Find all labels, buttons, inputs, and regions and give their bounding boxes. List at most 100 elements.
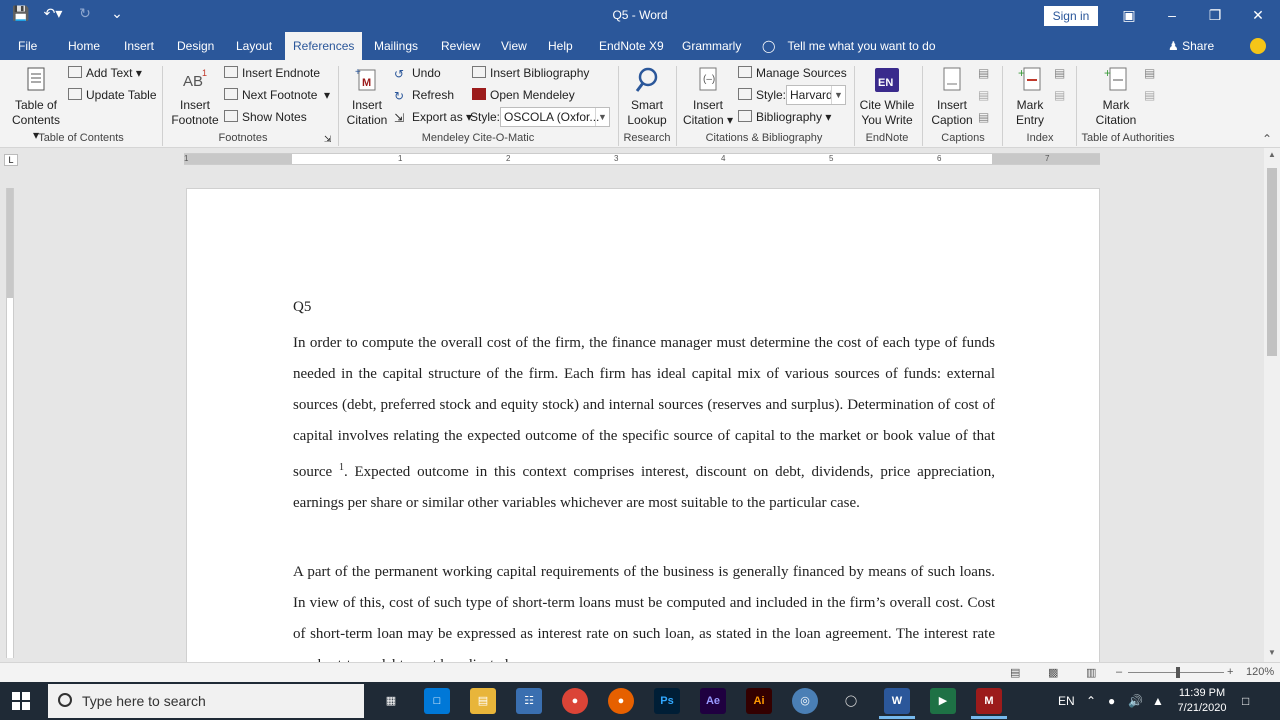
- close-button[interactable]: ✕: [1246, 4, 1270, 26]
- cite-while-you-write-button[interactable]: EN Cite While You Write: [858, 66, 916, 128]
- feedback-smiley-icon[interactable]: [1250, 38, 1266, 54]
- language-indicator[interactable]: EN: [1058, 682, 1075, 720]
- mendeley-logo-icon: [472, 88, 486, 100]
- maximize-button[interactable]: ❐: [1203, 4, 1227, 26]
- insert-caption-button[interactable]: Insert Caption: [928, 66, 976, 128]
- tab-home[interactable]: Home: [60, 32, 108, 60]
- read-mode-icon[interactable]: ▤: [1010, 666, 1020, 679]
- next-footnote-button[interactable]: Next Footnote ▾: [224, 86, 330, 104]
- windows-start-icon[interactable]: [12, 692, 30, 710]
- group-label-index: Index: [1026, 132, 1054, 144]
- mark-citation-button[interactable]: + Mark Citation: [1090, 66, 1142, 128]
- document-page[interactable]: Q5 In order to compute the overall cost …: [186, 188, 1100, 668]
- insert-index-icon[interactable]: ▤: [1054, 64, 1065, 82]
- bibliography-button[interactable]: Bibliography ▾: [738, 108, 831, 126]
- chrome-icon[interactable]: ●: [562, 688, 588, 714]
- lightbulb-icon: ◯: [762, 39, 776, 53]
- file-explorer-icon[interactable]: ▤: [470, 688, 496, 714]
- globe-app-icon[interactable]: ◎: [792, 688, 818, 714]
- insert-table-of-figures-icon[interactable]: ▤: [978, 64, 989, 82]
- zoom-level[interactable]: 120%: [1246, 666, 1274, 678]
- taskbar-clock[interactable]: 11:39 PM 7/21/2020: [1172, 686, 1232, 716]
- taskbar-search-input[interactable]: Type here to search: [48, 684, 364, 718]
- update-table-button[interactable]: Update Table: [68, 86, 157, 104]
- zoom-slider-thumb[interactable]: [1176, 667, 1180, 678]
- print-layout-icon[interactable]: ▩: [1048, 666, 1058, 679]
- tab-review[interactable]: Review: [433, 32, 488, 60]
- zoom-in-icon[interactable]: +: [1227, 666, 1233, 678]
- tab-selector[interactable]: L: [4, 154, 18, 166]
- mendeley-refresh-button[interactable]: ↻ Refresh: [394, 86, 454, 104]
- notification-center-icon[interactable]: □: [1242, 682, 1249, 720]
- share-button[interactable]: ♟ Share: [1168, 32, 1214, 60]
- svg-text:EN: EN: [878, 77, 893, 89]
- refresh-icon: ↻: [394, 89, 405, 103]
- firefox-icon[interactable]: ●: [608, 688, 634, 714]
- update-table-of-authorities-icon[interactable]: ▤: [1144, 86, 1155, 104]
- wifi-icon[interactable]: ▲: [1152, 682, 1164, 720]
- citation-style-select[interactable]: Harvard ▼: [786, 85, 846, 105]
- insert-citation-button[interactable]: (–) Insert Citation ▾: [680, 66, 736, 128]
- group-separator: [1002, 66, 1003, 146]
- volume-icon[interactable]: 🔊: [1128, 682, 1143, 720]
- insert-bibliography-button[interactable]: Insert Bibliography: [472, 64, 589, 82]
- vertical-scrollbar[interactable]: ▲ ▼: [1264, 148, 1280, 662]
- tab-mailings[interactable]: Mailings: [366, 32, 426, 60]
- web-layout-icon[interactable]: ▥: [1086, 666, 1096, 679]
- green-app-icon[interactable]: ▶: [930, 688, 956, 714]
- mark-entry-button[interactable]: + Mark Entry: [1008, 66, 1052, 128]
- tab-insert[interactable]: Insert: [116, 32, 162, 60]
- update-table-of-figures-icon[interactable]: ▤: [978, 86, 989, 104]
- mark-entry-icon: +: [1018, 66, 1041, 91]
- after-effects-icon[interactable]: Ae: [700, 688, 726, 714]
- zoom-out-icon[interactable]: –: [1116, 666, 1122, 678]
- task-view-icon[interactable]: ▦: [378, 688, 404, 714]
- tell-me-search[interactable]: ◯ Tell me what you want to do: [762, 32, 936, 60]
- horizontal-ruler[interactable]: 1 1 2 3 4 5 6 7: [184, 153, 1100, 165]
- manage-sources-icon: [738, 66, 752, 78]
- show-notes-button[interactable]: Show Notes: [224, 108, 307, 126]
- scroll-down-arrow-icon[interactable]: ▼: [1264, 648, 1280, 657]
- mendeley-export-button[interactable]: ⇲ Export as ▾: [394, 108, 472, 126]
- open-mendeley-button[interactable]: Open Mendeley: [472, 86, 575, 104]
- tab-help[interactable]: Help: [540, 32, 581, 60]
- network-app-icon[interactable]: ☷: [516, 688, 542, 714]
- sign-in-button[interactable]: Sign in: [1044, 6, 1098, 26]
- scrollbar-thumb[interactable]: [1267, 168, 1277, 356]
- ribbon-display-icon[interactable]: ▣: [1117, 4, 1141, 26]
- add-text-button[interactable]: Add Text ▾: [68, 64, 142, 82]
- tab-grammarly[interactable]: Grammarly: [674, 32, 749, 60]
- insert-endnote-button[interactable]: Insert Endnote: [224, 64, 320, 82]
- tab-view[interactable]: View: [493, 32, 535, 60]
- minimize-button[interactable]: –: [1160, 4, 1184, 26]
- collapse-ribbon-icon[interactable]: ⌃: [1262, 130, 1272, 148]
- tab-references[interactable]: References: [285, 32, 363, 60]
- mendeley-icon[interactable]: M: [976, 688, 1002, 714]
- group-separator: [1076, 66, 1077, 146]
- photoshop-icon[interactable]: Ps: [654, 688, 680, 714]
- recorder-icon[interactable]: ◯: [838, 688, 864, 714]
- word-icon[interactable]: W: [884, 688, 910, 714]
- tab-endnote[interactable]: EndNote X9: [591, 32, 672, 60]
- ruler-margin-left: [184, 154, 292, 164]
- smart-lookup-button[interactable]: Smart Lookup: [622, 66, 672, 128]
- store-icon[interactable]: □: [424, 688, 450, 714]
- insert-footnote-button[interactable]: AB 1 Insert Footnote: [168, 66, 222, 128]
- mendeley-undo-button[interactable]: ↺ Undo: [394, 64, 441, 82]
- update-index-icon[interactable]: ▤: [1054, 86, 1065, 104]
- tab-design[interactable]: Design: [169, 32, 222, 60]
- manage-sources-button[interactable]: Manage Sources: [738, 64, 847, 82]
- scroll-up-arrow-icon[interactable]: ▲: [1264, 150, 1280, 159]
- cross-reference-icon[interactable]: ▤: [978, 108, 989, 126]
- tab-layout[interactable]: Layout: [228, 32, 280, 60]
- tray-chevron-up-icon[interactable]: ⌃: [1086, 682, 1096, 720]
- svg-text:M: M: [362, 77, 371, 89]
- vertical-ruler[interactable]: [6, 188, 14, 658]
- mendeley-style-select[interactable]: OSCOLA (Oxfor... ▼: [500, 107, 610, 127]
- illustrator-icon[interactable]: Ai: [746, 688, 772, 714]
- insert-table-of-authorities-icon[interactable]: ▤: [1144, 64, 1155, 82]
- microphone-icon[interactable]: ●: [1108, 682, 1115, 720]
- mendeley-insert-citation-button[interactable]: M + Insert Citation: [342, 66, 392, 128]
- tab-file[interactable]: File: [10, 32, 45, 60]
- footnotes-dialog-launcher-icon[interactable]: ⇲: [324, 130, 332, 148]
